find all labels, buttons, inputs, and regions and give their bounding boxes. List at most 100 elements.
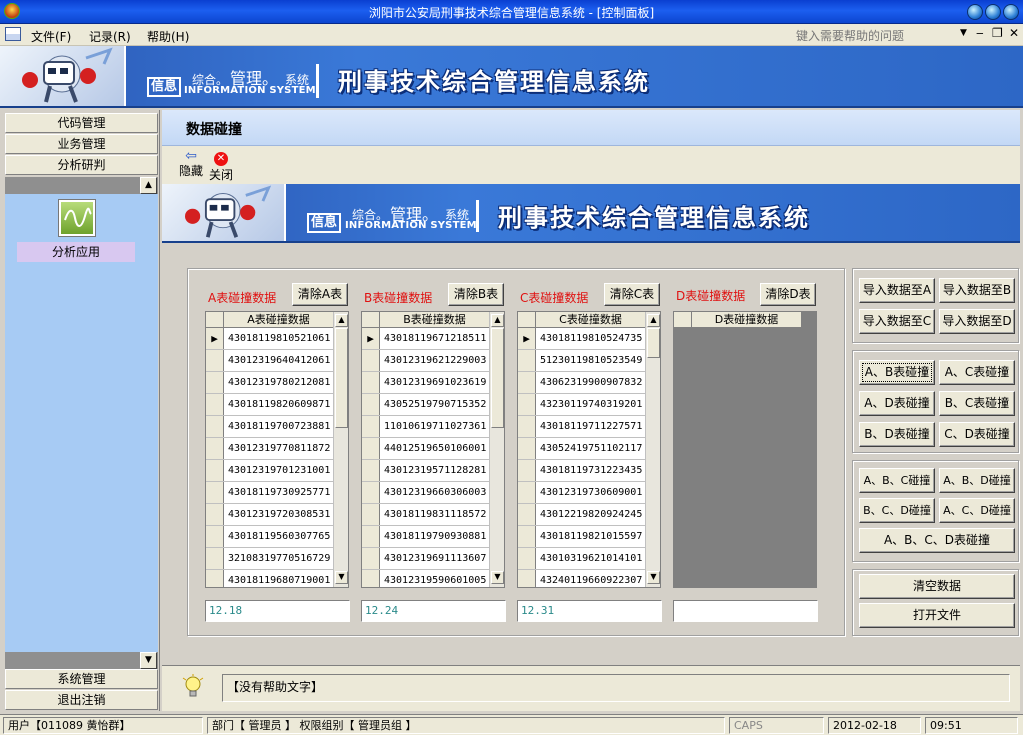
table-b-grid[interactable]: B表碰撞数据 ▲ ▼ ▶ 43018119671218511 4301231962…	[361, 311, 505, 588]
import-b-button[interactable]: 导入数据至B	[939, 278, 1015, 303]
table-row[interactable]: 43012319640412061	[206, 350, 333, 372]
table-row[interactable]: 43012319730609001	[518, 482, 645, 504]
scroll-up-icon[interactable]: ▲	[647, 314, 660, 327]
nav-logout[interactable]: 退出注销	[5, 690, 158, 710]
table-d-column-header[interactable]: D表碰撞数据	[692, 312, 802, 328]
scroll-down-icon[interactable]: ▼	[335, 571, 348, 584]
menu-help[interactable]: 帮助(H)	[147, 28, 189, 45]
clear-d-button[interactable]: 清除D表	[760, 283, 816, 306]
nav-business-management[interactable]: 业务管理	[5, 134, 158, 154]
collide-bd-button[interactable]: B、D表碰撞	[859, 422, 935, 447]
table-b-scrollbar[interactable]: ▲ ▼	[489, 312, 504, 587]
table-a-scroll-thumb[interactable]	[335, 328, 348, 428]
table-c-grid[interactable]: C表碰撞数据 ▲ ▼ ▶ 43018119810524735 5123011981…	[517, 311, 661, 588]
table-row[interactable]: 11010619711027361	[362, 416, 489, 438]
table-row[interactable]: 43240119660922307	[518, 570, 645, 587]
scroll-down-icon[interactable]: ▼	[647, 571, 660, 584]
table-row[interactable]: 43012219820924245	[518, 504, 645, 526]
table-row[interactable]: 43062319900907832	[518, 372, 645, 394]
collide-bcd-button[interactable]: B、C、D碰撞	[859, 498, 935, 523]
table-row[interactable]: 43010319621014101	[518, 548, 645, 570]
nav-code-management[interactable]: 代码管理	[5, 113, 158, 133]
mdi-minimize-icon[interactable]: ‒	[976, 26, 984, 40]
table-row[interactable]: 32108319770516729	[206, 548, 333, 570]
table-a-column-header[interactable]: A表碰撞数据	[224, 312, 334, 328]
table-row[interactable]: 43018119831118572	[362, 504, 489, 526]
table-row[interactable]: 43012319571128281	[362, 460, 489, 482]
table-row[interactable]: ▶ 43018119671218511	[362, 328, 489, 350]
hide-button[interactable]: ⇦ 隐藏	[176, 149, 206, 179]
minimize-button[interactable]	[967, 4, 983, 20]
maximize-button[interactable]	[985, 4, 1001, 20]
table-row[interactable]: 43018119730925771	[206, 482, 333, 504]
table-row[interactable]: 43230119740319201	[518, 394, 645, 416]
collide-abcd-button[interactable]: A、B、C、D表碰撞	[859, 528, 1015, 553]
table-row[interactable]: 43018119700723881	[206, 416, 333, 438]
table-d-grid[interactable]: D表碰撞数据	[673, 311, 817, 588]
nav-analysis[interactable]: 分析研判	[5, 155, 158, 175]
clear-data-button[interactable]: 清空数据	[859, 574, 1015, 599]
table-row[interactable]: 44012519650106001	[362, 438, 489, 460]
table-row[interactable]: 43012319780212081	[206, 372, 333, 394]
table-row[interactable]: 43018119560307765	[206, 526, 333, 548]
table-row[interactable]: 43052519790715352	[362, 394, 489, 416]
import-a-button[interactable]: 导入数据至A	[859, 278, 935, 303]
table-row[interactable]: 43018119680719001	[206, 570, 333, 587]
table-row[interactable]: 43012319720308531	[206, 504, 333, 526]
table-row[interactable]: 51230119810523549	[518, 350, 645, 372]
analysis-app-icon[interactable]	[58, 199, 96, 237]
nav-scroll-up-icon[interactable]: ▲	[140, 177, 157, 194]
clear-b-button[interactable]: 清除B表	[448, 283, 504, 306]
collide-abd-button[interactable]: A、B、D碰撞	[939, 468, 1015, 493]
document-icon[interactable]	[5, 27, 21, 41]
table-row[interactable]: ▶ 43018119810524735	[518, 328, 645, 350]
table-row[interactable]: 43018119820609871	[206, 394, 333, 416]
import-d-button[interactable]: 导入数据至D	[939, 309, 1015, 334]
table-b-column-header[interactable]: B表碰撞数据	[380, 312, 490, 328]
collide-cd-button[interactable]: C、D表碰撞	[939, 422, 1015, 447]
import-c-button[interactable]: 导入数据至C	[859, 309, 935, 334]
table-a-grid[interactable]: A表碰撞数据 ▲ ▼ ▶ 43018119810521061 4301231964…	[205, 311, 349, 588]
clear-c-button[interactable]: 清除C表	[604, 283, 660, 306]
table-row[interactable]: 43052419751102117	[518, 438, 645, 460]
open-file-button[interactable]: 打开文件	[859, 603, 1015, 628]
collide-acd-button[interactable]: A、C、D碰撞	[939, 498, 1015, 523]
analysis-app-label[interactable]: 分析应用	[17, 242, 135, 262]
close-window-button[interactable]	[1003, 4, 1019, 20]
help-question-input[interactable]: 键入需要帮助的问题	[796, 27, 946, 44]
table-a-scrollbar[interactable]: ▲ ▼	[333, 312, 348, 587]
collide-ac-button[interactable]: A、C表碰撞	[939, 360, 1015, 385]
table-row[interactable]: 43012319691113607	[362, 548, 489, 570]
collide-ad-button[interactable]: A、D表碰撞	[859, 391, 935, 416]
collide-abc-button[interactable]: A、B、C碰撞	[859, 468, 935, 493]
table-b-scroll-thumb[interactable]	[491, 328, 504, 428]
scroll-up-icon[interactable]: ▲	[491, 314, 504, 327]
table-row[interactable]: 43018119790930881	[362, 526, 489, 548]
table-c-scroll-thumb[interactable]	[647, 328, 660, 358]
title-bar[interactable]: 浏阳市公安局刑事技术综合管理信息系统 - [控制面板]	[0, 0, 1023, 24]
nav-system-management[interactable]: 系统管理	[5, 669, 158, 689]
menu-record[interactable]: 记录(R)	[89, 28, 131, 45]
table-row[interactable]: 43012319770811872	[206, 438, 333, 460]
nav-scroll-down-icon[interactable]: ▼	[140, 652, 157, 669]
table-c-column-header[interactable]: C表碰撞数据	[536, 312, 646, 328]
table-row[interactable]: ▶ 43018119810521061	[206, 328, 333, 350]
table-row[interactable]: 43012319691023619	[362, 372, 489, 394]
mdi-close-icon[interactable]: ✕	[1009, 26, 1019, 40]
collide-bc-button[interactable]: B、C表碰撞	[939, 391, 1015, 416]
close-button[interactable]: ✕ 关闭	[206, 150, 236, 183]
mdi-restore-icon[interactable]: ❐	[992, 26, 1003, 40]
table-row[interactable]: 43012319660306003	[362, 482, 489, 504]
table-row[interactable]: 43012319590601005	[362, 570, 489, 587]
menu-file[interactable]: 文件(F)	[31, 28, 71, 45]
collide-ab-button[interactable]: A、B表碰撞	[859, 360, 935, 385]
help-dropdown-icon[interactable]: ▼	[960, 28, 967, 38]
table-row[interactable]: 43018119821015597	[518, 526, 645, 548]
table-c-scrollbar[interactable]: ▲ ▼	[645, 312, 660, 587]
table-row[interactable]: 43012319621229003	[362, 350, 489, 372]
scroll-up-icon[interactable]: ▲	[335, 314, 348, 327]
table-row[interactable]: 43012319701231001	[206, 460, 333, 482]
table-row[interactable]: 43018119711227571	[518, 416, 645, 438]
clear-a-button[interactable]: 清除A表	[292, 283, 348, 306]
scroll-down-icon[interactable]: ▼	[491, 571, 504, 584]
